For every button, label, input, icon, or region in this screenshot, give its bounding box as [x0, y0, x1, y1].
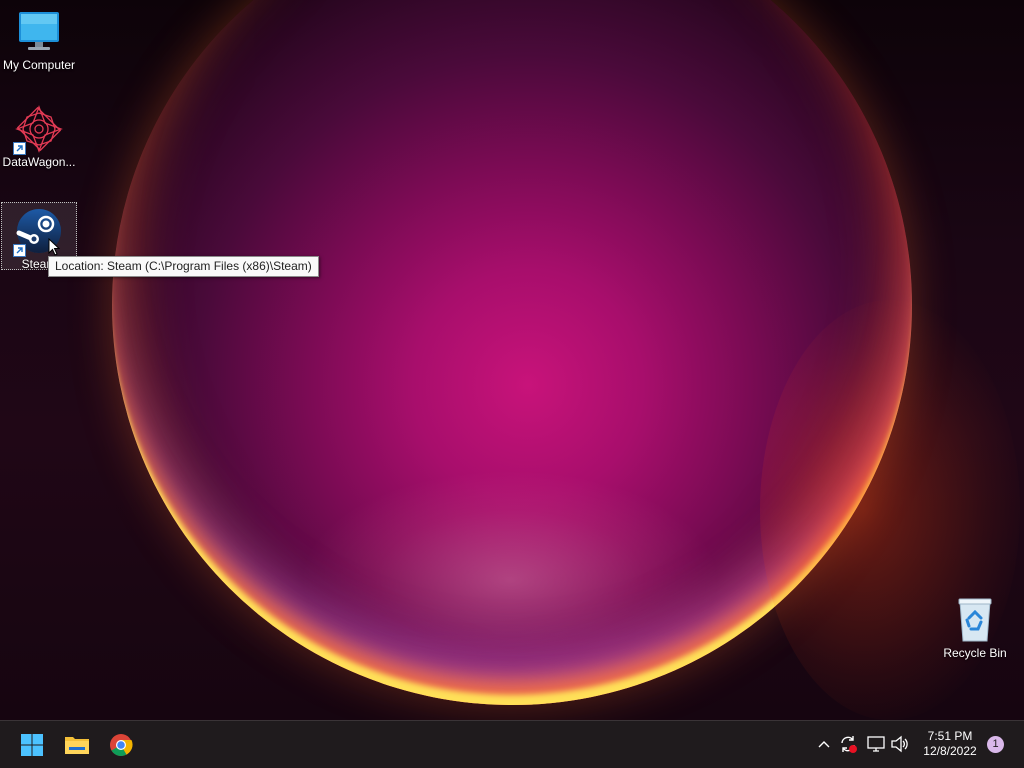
volume-button[interactable]	[889, 733, 911, 755]
datawagon-logo-icon	[13, 105, 63, 155]
chrome-icon	[110, 734, 133, 756]
mouse-cursor-icon	[48, 237, 61, 256]
clock-time: 7:51 PM	[927, 729, 973, 743]
start-button[interactable]	[12, 725, 52, 765]
sync-status-button[interactable]	[837, 733, 859, 755]
desktop-icon-label: My Computer	[2, 58, 76, 72]
monitor-icon	[15, 8, 63, 56]
file-explorer-button[interactable]	[57, 725, 97, 765]
wallpaper-glow	[300, 470, 720, 690]
desktop-icon-recycle-bin[interactable]: Recycle Bin	[937, 596, 1013, 661]
desktop-icon-label: DataWagon...	[2, 155, 76, 169]
start-icon	[21, 734, 43, 756]
desktop-wallpaper	[0, 0, 1024, 720]
network-icon	[867, 736, 885, 752]
file-explorer-icon	[65, 737, 89, 754]
desktop-icon-my-computer[interactable]: My Computer	[1, 8, 77, 73]
sync-error-icon	[841, 736, 857, 753]
clock-date: 12/8/2022	[923, 744, 977, 758]
clock[interactable]: 7:51 PM 12/8/2022	[918, 729, 982, 759]
desktop-icon-label: Recycle Bin	[943, 646, 1007, 660]
location-tooltip: Location: Steam (C:\Program Files (x86)\…	[48, 256, 319, 277]
network-button[interactable]	[865, 733, 887, 755]
notification-badge[interactable]: 1	[987, 736, 1004, 753]
chevron-up-icon	[818, 741, 830, 748]
recycle-bin-icon	[951, 596, 999, 644]
speaker-icon	[891, 735, 908, 753]
shortcut-arrow-icon	[13, 142, 26, 155]
shortcut-arrow-icon	[13, 244, 26, 257]
chrome-button[interactable]	[101, 725, 141, 765]
desktop-icon-datawagon[interactable]: DataWagon...	[1, 105, 77, 170]
show-hidden-icons-button[interactable]	[813, 733, 835, 755]
taskbar: 7:51 PM 12/8/2022 1	[0, 720, 1024, 768]
